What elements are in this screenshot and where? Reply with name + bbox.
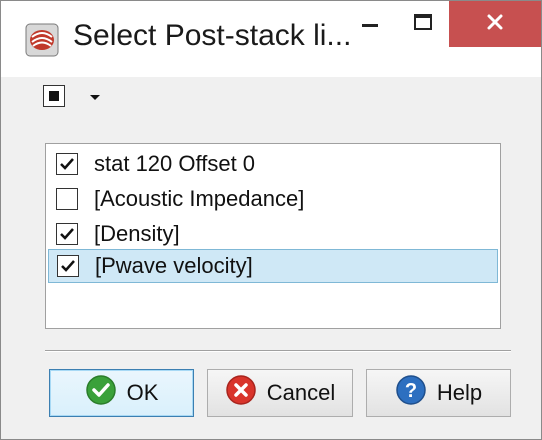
maximize-button[interactable] bbox=[397, 1, 449, 47]
minimize-button[interactable] bbox=[343, 1, 397, 47]
check-icon bbox=[60, 228, 74, 240]
cancel-label: Cancel bbox=[266, 380, 336, 405]
list-item-label: [Pwave velocity] bbox=[95, 253, 253, 278]
list-item-label: [Acoustic Impedance] bbox=[94, 186, 305, 211]
item-list[interactable]: stat 120 Offset 0 [Acoustic Impedance] [… bbox=[45, 143, 501, 329]
check-icon bbox=[61, 260, 75, 272]
partial-check-mark bbox=[49, 91, 59, 101]
list-item-label: stat 120 Offset 0 bbox=[94, 151, 256, 176]
item-checkbox[interactable] bbox=[56, 188, 78, 210]
help-button[interactable]: ? Help bbox=[366, 369, 511, 417]
item-checkbox[interactable] bbox=[56, 223, 78, 245]
app-logo-icon bbox=[25, 23, 59, 57]
item-checkbox[interactable] bbox=[57, 255, 79, 277]
item-checkbox[interactable] bbox=[56, 153, 78, 175]
select-all-checkbox[interactable] bbox=[43, 85, 65, 107]
x-circle-icon bbox=[225, 374, 257, 412]
question-circle-icon: ? bbox=[395, 374, 427, 412]
close-button[interactable] bbox=[449, 1, 541, 47]
minimize-icon bbox=[362, 15, 378, 33]
ok-label: OK bbox=[126, 380, 159, 405]
list-item-label: [Density] bbox=[94, 221, 180, 246]
list-item[interactable]: stat 120 Offset 0 bbox=[48, 148, 498, 182]
dialog-content: stat 120 Offset 0 [Acoustic Impedance] [… bbox=[1, 77, 541, 439]
ok-button[interactable]: OK bbox=[49, 369, 194, 417]
maximize-icon bbox=[414, 13, 432, 35]
check-circle-icon bbox=[85, 374, 117, 412]
list-item[interactable]: [Acoustic Impedance] bbox=[48, 183, 498, 217]
check-icon bbox=[60, 158, 74, 170]
title-bar[interactable]: Select Post-stack li... bbox=[1, 1, 541, 77]
divider bbox=[45, 350, 511, 352]
cancel-button[interactable]: Cancel bbox=[207, 369, 353, 417]
dialog-window: Select Post-stack li... stat 120 Offset … bbox=[0, 0, 542, 440]
help-label: Help bbox=[436, 380, 483, 405]
chevron-down-icon[interactable] bbox=[89, 89, 101, 107]
close-icon bbox=[486, 13, 504, 36]
window-title: Select Post-stack li... bbox=[73, 19, 352, 52]
svg-text:?: ? bbox=[405, 380, 417, 402]
list-item-selected[interactable]: [Pwave velocity] bbox=[48, 249, 498, 283]
list-item[interactable]: [Density] bbox=[48, 218, 498, 252]
